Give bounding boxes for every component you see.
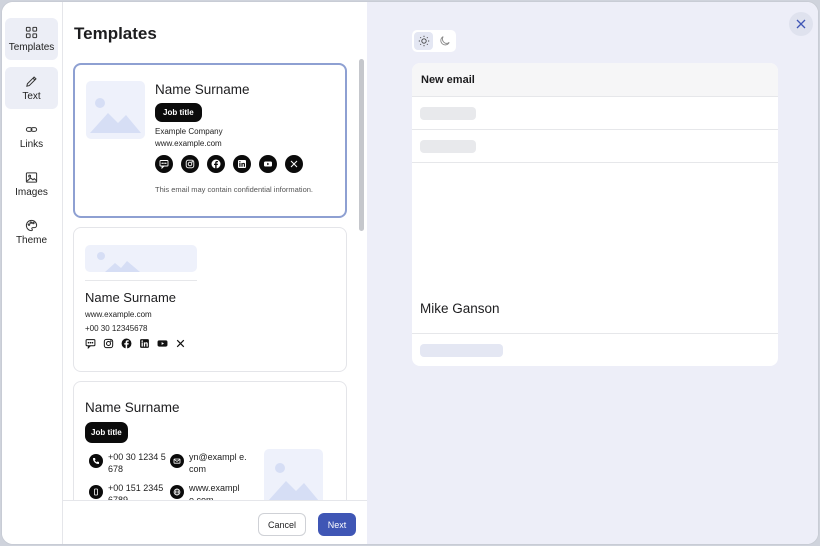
sun-icon [418, 35, 429, 47]
rail-item-links[interactable]: Links [5, 115, 58, 157]
templates-list[interactable]: Name Surname Job title Example Company w… [63, 58, 367, 500]
x-icon [285, 155, 303, 173]
rail-item-theme[interactable]: Theme [5, 211, 58, 253]
website-text: www.example.com [85, 310, 152, 319]
templates-scrollbar[interactable] [359, 59, 364, 231]
phone-icon [89, 454, 103, 468]
rail-label: Images [15, 187, 48, 198]
next-button[interactable]: Next [318, 513, 356, 536]
rail-label: Theme [15, 235, 48, 246]
rail-label: Text [22, 91, 41, 102]
rail-item-images[interactable]: Images [5, 163, 58, 205]
website-text: www.example.com [155, 139, 222, 148]
email-body-top [412, 162, 778, 163]
facebook-icon [121, 338, 132, 349]
contact-mobile: +00 151 2345 6789 [89, 482, 168, 500]
side-rail: Templates Text Links Images Theme [2, 2, 63, 544]
company-text: Example Company [155, 127, 223, 136]
image-placeholder [86, 81, 145, 139]
panel-footer: Cancel Next [63, 500, 367, 544]
pencil-icon [26, 76, 37, 87]
theme-toggle [412, 30, 456, 52]
image-placeholder-icon [90, 98, 141, 133]
email-to-row [412, 96, 778, 129]
banner-placeholder [85, 245, 197, 272]
moon-icon [439, 36, 450, 46]
signature-divider [412, 333, 778, 334]
image-placeholder-icon [97, 252, 140, 272]
contact-text: yn@exampl e.com [189, 452, 247, 474]
sender-name: Mike Ganson [420, 301, 500, 316]
disclaimer-text: This email may contain confidential info… [155, 185, 313, 194]
preview-panel: New email Mike Ganson [367, 2, 818, 544]
grid-icon [25, 26, 38, 39]
email-header: New email [412, 63, 778, 96]
instagram-icon [103, 338, 114, 349]
linkedin-icon [233, 155, 251, 173]
chat-icon [85, 338, 96, 349]
signature-editor-modal: Templates Text Links Images Theme Templa… [1, 1, 819, 545]
templates-panel: Templates Name Surname Job title Example… [63, 2, 367, 544]
linkedin-icon [139, 338, 150, 349]
youtube-icon [259, 155, 277, 173]
close-icon [796, 19, 806, 29]
signature-name: Name Surname [85, 290, 177, 305]
cancel-button[interactable]: Cancel [258, 513, 306, 536]
contact-website: www.exampl e.com [170, 482, 249, 500]
mobile-icon [89, 485, 103, 499]
rail-item-text[interactable]: Text [5, 67, 58, 109]
template-card-1[interactable]: Name Surname Job title Example Company w… [73, 63, 347, 218]
dark-theme-button[interactable] [435, 32, 454, 50]
email-preview: New email Mike Ganson [412, 63, 778, 366]
youtube-icon [157, 338, 168, 349]
mail-icon [170, 454, 184, 468]
rail-label: Templates [8, 42, 55, 53]
instagram-icon [181, 155, 199, 173]
rail-item-templates[interactable]: Templates [5, 18, 58, 60]
panel-title: Templates [74, 24, 157, 43]
globe-icon [170, 485, 184, 499]
image-placeholder [264, 449, 323, 500]
template-card-2[interactable]: Name Surname www.example.com +00 30 1234… [73, 227, 347, 372]
job-title-badge: Job title [85, 422, 128, 443]
contact-phone: +00 30 1234 5678 [89, 451, 168, 475]
close-button[interactable] [789, 12, 813, 36]
template-card-3[interactable]: Name Surname Job title +00 30 1234 5678 … [73, 381, 347, 500]
rail-label: Links [19, 139, 44, 150]
x-icon [175, 338, 186, 349]
job-title-badge: Job title [155, 103, 202, 122]
social-icons [155, 155, 303, 173]
image-icon [25, 172, 38, 183]
signature-name: Name Surname [155, 82, 250, 97]
contact-email: yn@exampl e.com [170, 451, 249, 475]
signature-placeholder-bar [420, 344, 503, 357]
signature-name: Name Surname [85, 400, 180, 415]
divider [85, 280, 197, 281]
contact-text: +00 30 1234 5678 [108, 452, 166, 474]
contact-text: +00 151 2345 6789 [108, 483, 164, 500]
placeholder-bar [420, 140, 476, 153]
placeholder-bar [420, 107, 476, 120]
chat-icon [155, 155, 173, 173]
link-icon [25, 127, 38, 132]
phone-text: +00 30 12345678 [85, 324, 148, 333]
social-icons [85, 338, 186, 349]
light-theme-button[interactable] [414, 32, 433, 50]
palette-icon [25, 219, 38, 232]
image-placeholder-icon [268, 463, 319, 500]
facebook-icon [207, 155, 225, 173]
email-subject-row [412, 129, 778, 162]
contact-text: www.exampl e.com [189, 483, 240, 500]
